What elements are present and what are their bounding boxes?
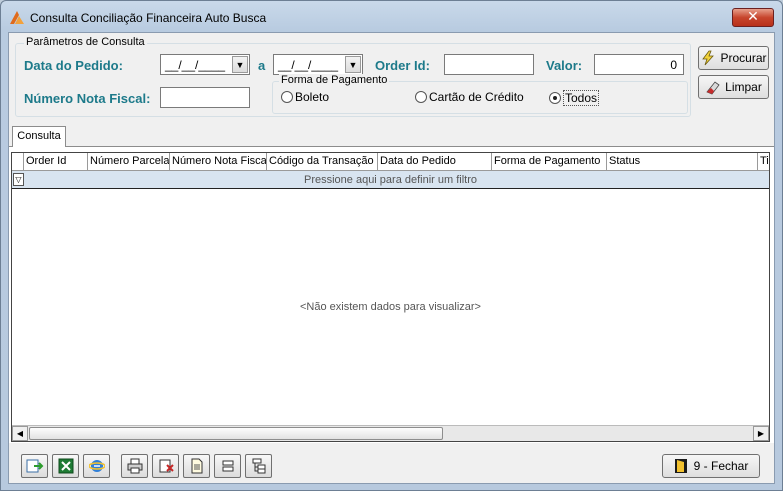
column-header[interactable]: Código da Transação	[267, 153, 378, 171]
radio-boleto[interactable]: Boleto	[281, 90, 329, 104]
params-legend: Parâmetros de Consulta	[24, 36, 147, 48]
radio-cartao-label: Cartão de Crédito	[429, 90, 524, 104]
print-button[interactable]	[121, 454, 148, 478]
limpar-button[interactable]: Limpar	[698, 75, 769, 99]
column-header[interactable]: Número Parcela	[88, 153, 170, 171]
radio-boleto-label: Boleto	[295, 90, 330, 104]
order-id-input[interactable]	[444, 54, 534, 75]
radio-todos[interactable]: Todos	[549, 90, 600, 106]
results-grid[interactable]: Order Id Número Parcela Número Nota Fisc…	[11, 152, 770, 442]
main-window: Consulta Conciliação Financeira Auto Bus…	[0, 0, 783, 491]
print-icon	[127, 458, 142, 474]
column-header[interactable]: Order Id	[24, 153, 88, 171]
valor-value: 0	[670, 58, 677, 72]
client-area: Parâmetros de Consulta Data do Pedido: _…	[8, 32, 775, 484]
expand-button[interactable]	[245, 454, 272, 478]
fechar-label: 9 - Fechar	[693, 459, 749, 473]
date-from-value: __/__/____	[165, 58, 226, 72]
forma-pagamento-legend: Forma de Pagamento	[279, 74, 390, 86]
params-group: Parâmetros de Consulta Data do Pedido: _…	[15, 36, 691, 117]
order-id-label: Order Id:	[375, 58, 430, 73]
forma-pagamento-group: Forma de Pagamento Boleto Cartão de Créd…	[272, 74, 688, 114]
procurar-label: Procurar	[720, 51, 767, 65]
column-header[interactable]: Forma de Pagamento	[492, 153, 607, 171]
data-pedido-label: Data do Pedido:	[24, 58, 123, 73]
chevron-down-icon[interactable]: ▼	[345, 56, 361, 73]
collapse-icon	[222, 460, 233, 472]
consulta-tab-panel: Order Id Número Parcela Número Nota Fisc…	[9, 146, 774, 443]
eraser-icon	[706, 81, 720, 95]
date-to-picker[interactable]: __/__/____ ▼	[273, 54, 363, 75]
exit-door-icon	[674, 459, 687, 473]
window-title: Consulta Conciliação Financeira Auto Bus…	[30, 11, 267, 25]
column-header[interactable]: Data do Pedido	[378, 153, 492, 171]
nota-fiscal-label: Número Nota Fiscal:	[24, 91, 151, 106]
export-button[interactable]	[21, 454, 48, 478]
horizontal-scrollbar[interactable]: ◀ ▶	[12, 425, 769, 441]
internet-explorer-icon	[88, 460, 105, 472]
expand-icon	[252, 458, 265, 474]
scroll-right-icon[interactable]: ▶	[753, 426, 769, 441]
grid-corner	[12, 153, 24, 171]
column-header[interactable]: Status	[607, 153, 758, 171]
radio-circle-icon[interactable]	[415, 91, 427, 103]
date-range-separator: a	[258, 58, 266, 73]
column-header[interactable]: Tip	[758, 153, 769, 171]
close-window-button[interactable]: ✕	[732, 8, 774, 27]
excel-export-button[interactable]	[52, 454, 79, 478]
date-to-value: __/__/____	[278, 58, 339, 72]
export-icon	[26, 459, 43, 473]
collapse-button[interactable]	[214, 454, 241, 478]
filter-prompt[interactable]: Pressione aqui para definir um filtro	[12, 174, 769, 186]
lightning-icon	[702, 50, 715, 66]
scrollbar-thumb[interactable]	[29, 427, 443, 440]
chevron-down-icon[interactable]: ▼	[232, 56, 248, 73]
app-logo-icon	[10, 11, 24, 24]
radio-todos-label: Todos	[563, 90, 600, 106]
radio-selected-icon[interactable]	[549, 92, 561, 104]
title-bar[interactable]: Consulta Conciliação Financeira Auto Bus…	[1, 1, 782, 31]
radio-cartao-credito[interactable]: Cartão de Crédito	[415, 90, 524, 104]
excel-icon	[58, 458, 73, 474]
grid-header: Order Id Número Parcela Número Nota Fisc…	[12, 153, 769, 171]
html-export-button[interactable]	[83, 454, 110, 478]
page-setup-button[interactable]	[183, 454, 210, 478]
print-preview-button[interactable]	[152, 454, 179, 478]
grid-empty-message: <Não existem dados para visualizar>	[300, 301, 481, 313]
grid-filter-row[interactable]: ▽ Pressione aqui para definir um filtro	[12, 171, 769, 189]
nota-fiscal-input[interactable]	[160, 87, 250, 108]
radio-circle-icon[interactable]	[281, 91, 293, 103]
page-setup-icon	[191, 458, 202, 474]
print-preview-icon	[159, 459, 174, 473]
date-from-picker[interactable]: __/__/____ ▼	[160, 54, 250, 75]
procurar-button[interactable]: Procurar	[698, 46, 769, 70]
column-header[interactable]: Número Nota Fiscal	[170, 153, 267, 171]
scroll-left-icon[interactable]: ◀	[12, 426, 28, 441]
fechar-button[interactable]: 9 - Fechar	[662, 454, 760, 478]
tab-consulta[interactable]: Consulta	[12, 126, 66, 147]
valor-input[interactable]: 0	[594, 54, 684, 75]
limpar-label: Limpar	[725, 80, 762, 94]
valor-label: Valor:	[546, 58, 583, 73]
